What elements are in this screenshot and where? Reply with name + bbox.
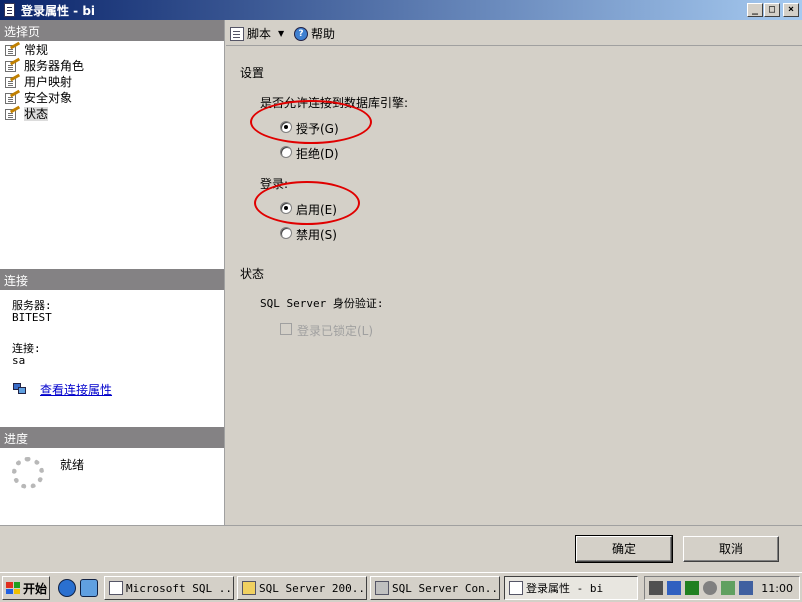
start-button[interactable]: 开始 [2,576,50,600]
status-section-title: 状态 [240,267,265,281]
page-item-securables[interactable]: 安全对象 [0,89,224,106]
script-button[interactable]: 脚本 ▼ [230,25,284,42]
page-item-general[interactable]: 常规 [0,41,224,58]
document-icon [509,581,523,595]
sql-auth-label: SQL Server 身份验证: [260,297,384,310]
toolbar: 脚本 ▼ ? 帮助 [226,20,802,46]
ie-icon[interactable] [58,579,76,597]
minimize-button[interactable]: _ [747,3,763,17]
windows-logo-icon [6,582,20,594]
taskbar: 开始 Microsoft SQL ... SQL Server 200... S… [0,572,802,602]
page-icon [5,41,21,57]
taskbar-item-config[interactable]: SQL Server Con... [370,576,500,600]
monitor-icon[interactable] [739,581,753,595]
help-icon: ? [294,26,308,41]
connection-header: 连接 [0,269,224,290]
dialog-button-bar: 确定 取消 [0,525,802,572]
deny-label[interactable]: 拒绝(D) [296,145,339,162]
script-icon [230,26,244,41]
page-item-label: 服务器角色 [24,59,85,73]
sql-agent-icon[interactable] [685,581,699,595]
service-icon[interactable] [721,581,735,595]
settings-section-title: 设置 [240,66,265,80]
script-label: 脚本 [247,27,272,41]
page-item-server-roles[interactable]: 服务器角色 [0,57,224,74]
page-item-label: 安全对象 [24,91,73,105]
chevron-down-icon[interactable]: ▼ [278,29,284,38]
grant-radio[interactable] [280,121,292,133]
grant-label[interactable]: 授予(G) [296,120,339,137]
progress-spinner-icon [12,457,44,489]
task-label: SQL Server Con... [392,581,500,595]
select-page-header: 选择页 [0,20,224,41]
disable-label[interactable]: 禁用(S) [296,226,337,243]
help-label: 帮助 [311,27,336,41]
ok-button[interactable]: 确定 [575,535,673,563]
task-label: SQL Server 200... [259,581,367,595]
help-button[interactable]: ? 帮助 [294,25,335,42]
page-item-label: 常规 [24,43,49,57]
clock: 11:00 [761,582,793,595]
taskbar-item-ssms[interactable]: Microsoft SQL ... [104,576,234,600]
login-locked-checkbox[interactable] [280,323,292,335]
page-icon [5,105,21,121]
connection-value: sa [12,354,26,367]
lock-icon [242,581,256,595]
keyboard-icon[interactable] [649,581,663,595]
view-connection-properties-link[interactable]: 查看连接属性 [40,381,112,398]
progress-header: 进度 [0,427,224,448]
task-label: Microsoft SQL ... [126,581,234,595]
app-icon [109,581,123,595]
page-list: 常规 服务器角色 用户映射 安全对象 状态 [0,41,224,122]
page-icon [5,57,21,73]
settings-icon[interactable] [703,581,717,595]
config-icon [375,581,389,595]
title-bar[interactable]: 登录属性 - bi _ □ × [0,0,802,20]
disable-radio[interactable] [280,227,292,239]
start-label: 开始 [23,581,48,596]
login-label: 登录: [260,177,289,191]
page-item-user-mapping[interactable]: 用户映射 [0,73,224,90]
maximize-button[interactable]: □ [764,3,780,17]
page-item-label: 状态 [24,107,49,121]
login-locked-label: 登录已锁定(L) [297,324,374,338]
explorer-icon[interactable] [80,579,98,597]
progress-status: 就绪 [60,458,85,472]
page-icon [5,73,21,89]
task-label: 登录属性 - bi [526,582,604,595]
taskbar-item-login-properties[interactable]: 登录属性 - bi [504,576,638,600]
taskbar-item-sql-server[interactable]: SQL Server 200... [237,576,367,600]
left-pane: 选择页 常规 服务器角色 用户映射 安全对象 状态 连接 服务器: BITEST… [0,20,225,525]
page-icon [5,89,21,105]
enable-label[interactable]: 启用(E) [296,201,337,218]
window-icon [4,3,15,17]
server-value: BITEST [12,311,52,324]
permission-question: 是否允许连接到数据库引擎: [260,96,409,110]
settings-panel: 设置 是否允许连接到数据库引擎: 授予(G) 拒绝(D) 登录: 启用(E) 禁… [226,47,802,525]
network-icon[interactable] [667,581,681,595]
close-button[interactable]: × [783,3,799,17]
cancel-button[interactable]: 取消 [683,536,779,562]
page-item-label: 用户映射 [24,75,73,89]
connection-properties-icon [13,383,27,395]
page-item-status[interactable]: 状态 [0,105,224,122]
deny-radio[interactable] [280,146,292,158]
system-tray: 11:00 [644,576,800,600]
window-title: 登录属性 - bi [21,4,96,18]
enable-radio[interactable] [280,202,292,214]
